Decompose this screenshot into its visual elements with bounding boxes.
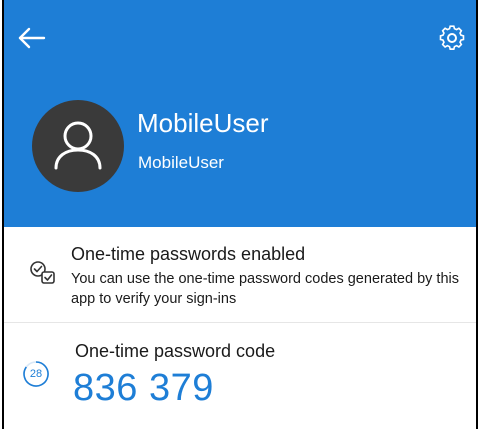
- otp-code-row[interactable]: 28 One-time password code 836 379: [2, 323, 478, 429]
- settings-button[interactable]: [434, 20, 470, 56]
- account-header: MobileUser MobileUser: [2, 0, 478, 227]
- avatar: [32, 100, 124, 192]
- app-screen: MobileUser MobileUser One-time passwords…: [2, 0, 478, 429]
- gear-icon: [439, 25, 465, 50]
- otp-code-value[interactable]: 836 379: [73, 367, 214, 410]
- otp-status-title: One-time passwords enabled: [71, 244, 306, 264]
- otp-status-row: One-time passwords enabled You can use t…: [2, 227, 478, 323]
- timer-seconds: 28: [29, 368, 43, 380]
- account-name: MobileUser: [137, 108, 269, 138]
- otp-status-description: You can use the one-time password codes …: [71, 271, 459, 307]
- back-button[interactable]: [16, 20, 52, 56]
- arrow-left-icon: [18, 27, 46, 49]
- person-icon: [54, 121, 102, 170]
- account-username: MobileUser: [138, 153, 224, 172]
- checklist-icon: [28, 259, 58, 289]
- otp-code-label: One-time password code: [75, 341, 276, 361]
